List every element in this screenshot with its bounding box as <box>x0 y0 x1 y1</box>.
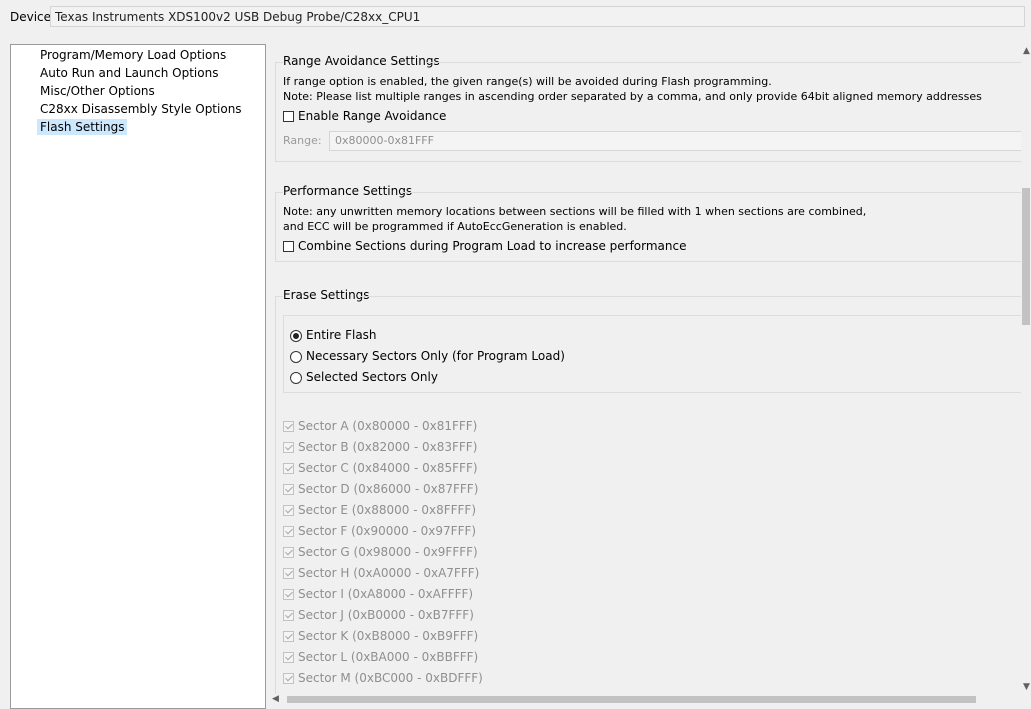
sector-k-label: Sector K (0xB8000 - 0xB9FFF) <box>298 629 479 643</box>
sector-h-label: Sector H (0xA0000 - 0xA7FFF) <box>298 566 480 580</box>
performance-note-ecc: and ECC will be programmed if AutoEccGen… <box>283 220 627 233</box>
sector-f-label: Sector F (0x90000 - 0x97FFF) <box>298 524 477 538</box>
sector-i-label: Sector I (0xA8000 - 0xAFFFF) <box>298 587 474 601</box>
range-label: Range: <box>283 134 322 147</box>
group-border <box>275 161 1031 162</box>
performance-title: Performance Settings <box>283 184 413 198</box>
vertical-scroll-thumb[interactable] <box>1022 188 1030 325</box>
group-border <box>275 192 276 262</box>
group-border <box>275 192 283 193</box>
tree-item-auto-run-launch[interactable]: Auto Run and Launch Options <box>37 65 221 81</box>
erase-settings-title: Erase Settings <box>283 288 370 302</box>
group-border <box>275 62 283 63</box>
sector-a-checkbox[interactable] <box>283 421 294 432</box>
tree-item-misc-other[interactable]: Misc/Other Options <box>37 83 158 99</box>
settings-pane: Range Avoidance Settings If range option… <box>266 44 1031 703</box>
sector-a-label: Sector A (0x80000 - 0x81FFF) <box>298 419 478 433</box>
sector-j-label: Sector J (0xB0000 - 0xB7FFF) <box>298 608 474 622</box>
tree-item-program-memory-load[interactable]: Program/Memory Load Options <box>37 47 229 63</box>
sector-k-checkbox[interactable] <box>283 631 294 642</box>
tree-item-flash-settings[interactable]: Flash Settings <box>37 119 128 135</box>
performance-note: Note: any unwritten memory locations bet… <box>283 205 867 218</box>
device-label: Device <box>10 10 52 24</box>
group-border <box>275 296 276 703</box>
sector-f-checkbox[interactable] <box>283 526 294 537</box>
group-border <box>275 62 276 162</box>
sector-h-checkbox[interactable] <box>283 568 294 579</box>
group-border <box>402 192 1031 193</box>
combine-sections-label: Combine Sections during Program Load to … <box>298 239 687 253</box>
group-border <box>275 261 1031 262</box>
group-border <box>360 296 1031 297</box>
sector-b-label: Sector B (0x82000 - 0x83FFF) <box>298 440 478 454</box>
group-border <box>275 296 283 297</box>
range-avoidance-title: Range Avoidance Settings <box>283 54 440 68</box>
selected-sectors-label: Selected Sectors Only <box>306 370 438 384</box>
sector-d-checkbox[interactable] <box>283 484 294 495</box>
range-note: Note: Please list multiple ranges in asc… <box>283 90 982 103</box>
entire-flash-radio[interactable] <box>290 330 302 342</box>
erase-mode-border <box>283 392 1031 393</box>
range-description: If range option is enabled, the given ra… <box>283 75 772 88</box>
entire-flash-label: Entire Flash <box>306 328 377 342</box>
sector-c-label: Sector C (0x84000 - 0x85FFF) <box>298 461 478 475</box>
sector-d-label: Sector D (0x86000 - 0x87FFF) <box>298 482 479 496</box>
sector-m-checkbox[interactable] <box>283 673 294 684</box>
sector-l-label: Sector L (0xBA000 - 0xBBFFF) <box>298 650 479 664</box>
selected-sectors-radio[interactable] <box>290 372 302 384</box>
sector-e-label: Sector E (0x88000 - 0x8FFFF) <box>298 503 477 517</box>
combine-sections-checkbox[interactable] <box>283 241 294 252</box>
chevron-down-icon[interactable]: ▼ <box>1023 682 1030 692</box>
range-input[interactable]: 0x80000-0x81FFF <box>329 131 1031 151</box>
tree-item-c28xx-disassembly[interactable]: C28xx Disassembly Style Options <box>37 101 245 117</box>
sector-b-checkbox[interactable] <box>283 442 294 453</box>
sector-c-checkbox[interactable] <box>283 463 294 474</box>
erase-mode-border <box>283 315 1031 316</box>
device-bar: Device Texas Instruments XDS100v2 USB De… <box>0 0 1031 35</box>
sector-g-label: Sector G (0x98000 - 0x9FFFF) <box>298 545 478 559</box>
group-border <box>426 62 1031 63</box>
enable-range-avoidance-label: Enable Range Avoidance <box>298 109 447 123</box>
sector-m-label: Sector M (0xBC000 - 0xBDFFF) <box>298 671 483 685</box>
vertical-scrollbar[interactable] <box>1021 44 1031 694</box>
erase-mode-border <box>283 315 284 392</box>
sector-g-checkbox[interactable] <box>283 547 294 558</box>
enable-range-avoidance-checkbox[interactable] <box>283 111 294 122</box>
sector-l-checkbox[interactable] <box>283 652 294 663</box>
options-tree: Program/Memory Load Options Auto Run and… <box>10 44 266 709</box>
sector-e-checkbox[interactable] <box>283 505 294 516</box>
horizontal-scroll-thumb[interactable] <box>287 696 976 703</box>
necessary-sectors-radio[interactable] <box>290 351 302 363</box>
device-select[interactable]: Texas Instruments XDS100v2 USB Debug Pro… <box>50 6 1025 27</box>
chevron-up-icon[interactable]: ▲ <box>1023 46 1030 56</box>
sector-i-checkbox[interactable] <box>283 589 294 600</box>
sector-j-checkbox[interactable] <box>283 610 294 621</box>
necessary-sectors-label: Necessary Sectors Only (for Program Load… <box>306 349 565 363</box>
